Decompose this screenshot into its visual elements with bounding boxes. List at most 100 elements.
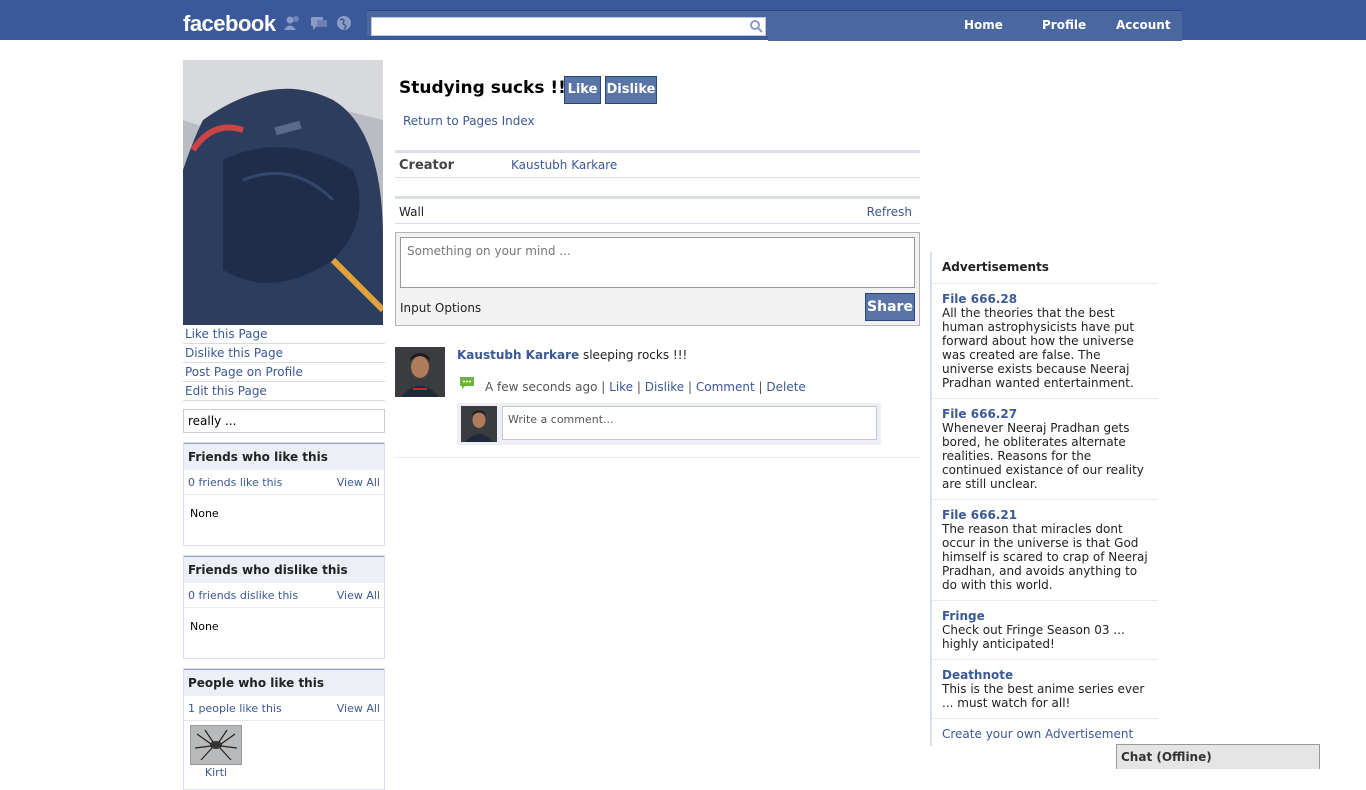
dislike-button[interactable]: Dislike: [605, 76, 657, 104]
status-placeholder: Something on your mind ...: [407, 244, 571, 258]
search-field[interactable]: [371, 17, 749, 36]
ad-body: Whenever Neeraj Pradhan gets bored, he o…: [942, 421, 1144, 491]
ad-item[interactable]: Fringe Check out Fringe Season 03 ... hi…: [932, 609, 1158, 660]
search-input[interactable]: [372, 18, 748, 35]
post-page-on-profile-link[interactable]: Post Page on Profile: [185, 365, 303, 379]
ad-item[interactable]: File 666.21 The reason that miracles don…: [932, 508, 1158, 601]
ad-item[interactable]: Deathnote This is the best anime series …: [932, 668, 1158, 719]
ad-title[interactable]: Fringe: [942, 609, 1148, 623]
dislike-page-link[interactable]: Dislike this Page: [185, 346, 283, 360]
ad-title[interactable]: Deathnote: [942, 668, 1148, 682]
advertisements-column: Advertisements File 666.28 All the theor…: [930, 252, 1158, 746]
nav-home[interactable]: Home: [964, 18, 1003, 32]
page-status-box: really ...: [183, 409, 385, 433]
edit-page-link[interactable]: Edit this Page: [185, 384, 267, 398]
post-line: Kaustubh Karkare sleeping rocks !!!: [457, 348, 687, 362]
post-dislike-link[interactable]: Dislike: [645, 380, 684, 394]
left-sidebar: Like this Page Dislike this Page Post Pa…: [183, 60, 385, 790]
creator-row: Creator Kaustubh Karkare: [395, 150, 920, 178]
edit-page-item: Edit this Page: [183, 382, 385, 401]
create-ad-row: Create your own Advertisement: [932, 727, 1158, 741]
chat-bar[interactable]: Chat (Offline): [1116, 744, 1320, 769]
ad-item[interactable]: File 666.28 All the theories that the be…: [932, 292, 1158, 399]
creator-name-link[interactable]: Kaustubh Karkare: [511, 158, 617, 172]
wall-header: Wall Refresh: [395, 196, 920, 224]
refresh-link[interactable]: Refresh: [867, 205, 912, 219]
wall-composer: Something on your mind ... Input Options…: [395, 232, 920, 326]
sep: |: [601, 380, 606, 394]
search-bar: [367, 10, 768, 36]
post-like-link[interactable]: Like: [609, 380, 633, 394]
friends-like-count[interactable]: 0 friends like this: [188, 476, 282, 489]
post-meta: A few seconds ago | Like | Dislike | Com…: [485, 380, 806, 394]
like-button[interactable]: Like: [564, 76, 601, 104]
people-like-subheader: 1 people like this View All: [184, 696, 384, 721]
return-to-pages-index-link[interactable]: Return to Pages Index: [403, 114, 535, 128]
like-page-item: Like this Page: [183, 325, 385, 344]
friends-like-subheader: 0 friends like this View All: [184, 470, 384, 495]
ads-title: Advertisements: [932, 252, 1158, 284]
post-comment-link[interactable]: Comment: [696, 380, 755, 394]
nav-account[interactable]: Account: [1116, 18, 1171, 32]
ad-body: The reason that miracles dont occur in t…: [942, 522, 1148, 592]
sep: |: [688, 380, 693, 394]
post-delete-link[interactable]: Delete: [766, 380, 805, 394]
dislike-page-item: Dislike this Page: [183, 344, 385, 363]
ad-title[interactable]: File 666.27: [942, 407, 1148, 421]
ad-body: This is the best anime series ever ... m…: [942, 682, 1145, 710]
like-page-link[interactable]: Like this Page: [185, 327, 268, 341]
notifications-globe-icon[interactable]: [336, 15, 352, 31]
post-author-link[interactable]: Kaustubh Karkare: [457, 348, 579, 362]
top-bar: facebook Home Profile Account: [0, 0, 1366, 41]
messages-icon[interactable]: [310, 15, 327, 31]
ad-item[interactable]: File 666.27 Whenever Neeraj Pradhan gets…: [932, 407, 1158, 500]
create-ad-link[interactable]: Create your own Advertisement: [942, 727, 1133, 741]
ad-title[interactable]: File 666.28: [942, 292, 1148, 306]
friends-dislike-count[interactable]: 0 friends dislike this: [188, 589, 298, 602]
friend-requests-icon[interactable]: [284, 15, 300, 31]
nav-profile[interactable]: Profile: [1042, 18, 1086, 32]
sep: |: [758, 380, 763, 394]
ad-body: Check out Fringe Season 03 ... highly an…: [942, 623, 1125, 651]
people-like-count[interactable]: 1 people like this: [188, 702, 282, 715]
friends-like-view-all[interactable]: View All: [337, 476, 380, 489]
creator-label: Creator: [399, 158, 455, 173]
post-text: sleeping rocks !!!: [582, 348, 688, 362]
input-options-link[interactable]: Input Options: [400, 301, 481, 315]
nav-bar: Home Profile Account: [768, 10, 1182, 41]
people-like-view-all[interactable]: View All: [337, 702, 380, 715]
facebook-logo[interactable]: facebook: [183, 11, 276, 37]
friends-like-box: Friends who like this 0 friends like thi…: [183, 442, 385, 546]
comment-placeholder: Write a comment...: [508, 413, 614, 426]
comment-input[interactable]: Write a comment...: [502, 406, 877, 440]
friends-dislike-subheader: 0 friends dislike this View All: [184, 583, 384, 608]
people-like-title: People who like this: [184, 669, 384, 696]
friends-dislike-body: None: [190, 620, 219, 633]
commenter-avatar: [461, 406, 497, 442]
friends-dislike-box: Friends who dislike this 0 friends disli…: [183, 555, 385, 659]
post-time: A few seconds ago: [485, 380, 598, 394]
search-button[interactable]: [748, 17, 766, 36]
people-like-box: People who like this 1 people like this …: [183, 668, 385, 790]
friends-like-body: None: [190, 507, 219, 520]
wall-label: Wall: [399, 205, 425, 219]
ad-title[interactable]: File 666.21: [942, 508, 1148, 522]
page-title: Studying sucks !!!: [399, 78, 574, 98]
post-status-icon: [459, 375, 475, 391]
page-profile-picture[interactable]: [183, 60, 383, 325]
liker-avatar[interactable]: [190, 725, 242, 765]
friends-like-title: Friends who like this: [184, 443, 384, 470]
liker-tile[interactable]: Kirti: [190, 725, 242, 779]
ad-body: All the theories that the best human ast…: [942, 306, 1135, 390]
friends-dislike-view-all[interactable]: View All: [337, 589, 380, 602]
page-actions: Like this Page Dislike this Page Post Pa…: [183, 325, 385, 401]
friends-dislike-title: Friends who dislike this: [184, 556, 384, 583]
post-author-avatar[interactable]: [395, 347, 445, 397]
wall-post: Kaustubh Karkare sleeping rocks !!! A fe…: [395, 347, 920, 458]
people-like-grid: Kirti: [184, 721, 384, 789]
status-textarea[interactable]: Something on your mind ...: [400, 237, 915, 288]
comment-box: Write a comment...: [457, 403, 881, 445]
share-button[interactable]: Share: [865, 293, 915, 321]
post-page-item: Post Page on Profile: [183, 363, 385, 382]
sep: |: [636, 380, 641, 394]
